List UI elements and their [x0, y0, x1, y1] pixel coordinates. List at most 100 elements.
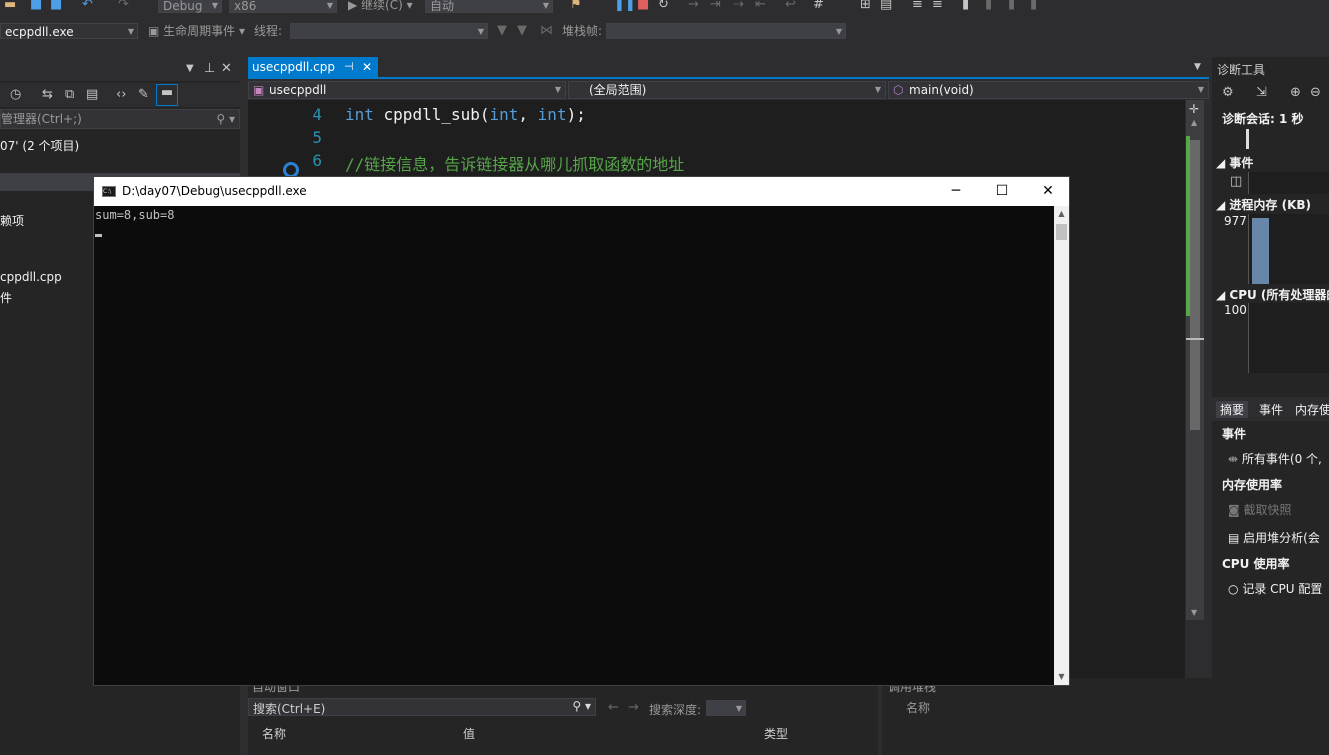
console-output-area[interactable]: sum=8,sub=8 — [94, 206, 1054, 685]
tab-usecppdll-cpp[interactable]: usecppdll.cpp ⊣ ✕ — [248, 57, 378, 77]
tab-events[interactable]: 事件 — [1259, 401, 1283, 418]
code-line-6[interactable]: //链接信息，告诉链接器从哪儿抓取函数的地址 — [345, 151, 684, 175]
maximize-button[interactable]: ☐ — [979, 177, 1025, 206]
auto-select[interactable]: 自动 ▼ — [425, 0, 553, 13]
tree-item-dependencies[interactable]: 赖项 — [0, 212, 24, 229]
timeline-cursor[interactable] — [1246, 129, 1249, 149]
undo-icon[interactable]: ↶ — [82, 0, 93, 13]
scroll-up-icon[interactable]: ▲ — [1054, 206, 1069, 222]
history-icon[interactable]: ◷ — [10, 87, 21, 103]
scroll-thumb[interactable] — [1190, 140, 1200, 430]
function-select[interactable]: ⬡ main(void) ▼ — [888, 81, 1209, 99]
hex-icon[interactable]: # — [813, 0, 824, 13]
cpu-section-header[interactable]: ◢ CPU (所有处理器的 — [1216, 286, 1329, 303]
stackframe-label: 堆栈帧: — [562, 24, 603, 38]
zoom-in-icon[interactable]: ⊕ — [1290, 85, 1301, 101]
back-icon[interactable]: ↩ — [785, 0, 796, 13]
filter-flag-icon[interactable]: ▼ — [517, 23, 527, 39]
events-section-header[interactable]: ◢ 事件 — [1216, 154, 1253, 171]
call-stack-column-name[interactable]: 名称 — [906, 699, 930, 716]
tree-item-cpp[interactable]: cppdll.cpp — [0, 270, 62, 284]
preview-icon[interactable]: ▬ — [156, 84, 178, 106]
zoom-out-icon[interactable]: ⊖ — [1310, 85, 1321, 101]
tree-item-files[interactable]: 件 — [0, 289, 12, 306]
indent-icon[interactable]: ≡ — [932, 0, 943, 13]
step-icon[interactable]: → — [688, 0, 699, 13]
pin-icon[interactable]: ⊣ — [344, 57, 354, 77]
editor-vertical-scrollbar[interactable]: ✛ ▲ ▼ — [1186, 100, 1204, 620]
autos-search-input[interactable]: 搜索(Ctrl+E) ⚲ ▾ — [248, 698, 596, 716]
console-app-icon: C:\ — [102, 186, 116, 197]
scroll-down-icon[interactable]: ▼ — [1054, 669, 1069, 685]
search-forward-icon[interactable]: → — [628, 700, 639, 716]
continue-button[interactable]: ▶ 继续(C) ▾ — [348, 0, 413, 13]
search-depth-select[interactable]: ▼ — [706, 700, 746, 716]
close-button[interactable]: ✕ — [1025, 177, 1071, 206]
export-icon[interactable]: ⇲ — [1256, 85, 1267, 101]
platform-select[interactable]: x86 ▼ — [229, 0, 337, 13]
step-out-icon[interactable]: ⇤ — [755, 0, 766, 13]
minimize-button[interactable]: ─ — [933, 177, 979, 206]
tab-memory[interactable]: 内存使 — [1295, 401, 1329, 418]
code-icon[interactable]: ‹› — [116, 87, 126, 103]
close-icon[interactable]: ✕ — [362, 57, 372, 77]
chevron-down-icon[interactable]: ▼ — [186, 61, 194, 77]
threads-icon[interactable]: ⊞ — [860, 0, 871, 13]
expand-threads-icon[interactable]: ⋈ — [540, 23, 553, 39]
save-icon[interactable]: ■ — [30, 0, 42, 13]
stackframe-select[interactable]: ▼ — [606, 23, 846, 39]
outdent-icon[interactable]: ≡ — [912, 0, 923, 13]
filter-icon[interactable]: ▼ — [497, 23, 507, 39]
next-bookmark-icon[interactable]: ▮ — [1008, 0, 1015, 13]
close-icon[interactable]: ✕ — [221, 61, 232, 77]
stop-icon[interactable]: ■ — [637, 0, 649, 13]
gear-icon[interactable]: ⚙ — [1222, 85, 1234, 101]
step-over-icon[interactable]: ⇢ — [733, 0, 744, 13]
wrench-icon[interactable]: ✎ — [138, 87, 149, 103]
console-scrollbar[interactable]: ▲ ▼ — [1054, 206, 1069, 685]
tab-summary[interactable]: 摘要 — [1216, 401, 1249, 418]
pin-icon[interactable]: ⊥ — [204, 61, 215, 77]
split-icon[interactable]: ✛ — [1189, 102, 1199, 116]
open-folder-icon[interactable]: ▬ — [4, 0, 16, 13]
column-header-type[interactable]: 类型 — [764, 725, 788, 742]
clear-bookmark-icon[interactable]: ▮ — [1030, 0, 1037, 13]
stack-icon[interactable]: ▤ — [880, 0, 892, 13]
column-header-value[interactable]: 值 — [463, 725, 475, 742]
prev-bookmark-icon[interactable]: ▮ — [985, 0, 992, 13]
scroll-down-icon[interactable]: ▼ — [1191, 608, 1197, 617]
process-select[interactable]: ecppdll.exe ▼ — [0, 23, 138, 39]
heap-analysis-button[interactable]: ▤ 启用堆分析(会 — [1228, 529, 1320, 546]
sync-icon[interactable]: ⇆ — [42, 87, 53, 103]
all-events-link[interactable]: ⇼ 所有事件(0 个, — [1228, 450, 1322, 467]
redo-icon[interactable]: ↷ — [118, 0, 129, 13]
chevron-down-icon[interactable]: ▼ — [1194, 59, 1201, 75]
scope-select[interactable]: (全局范围) ▼ — [568, 81, 886, 99]
save-all-icon[interactable]: ■ — [50, 0, 62, 13]
memory-section-header[interactable]: ◢ 进程内存 (KB) — [1216, 196, 1311, 213]
project-select[interactable]: ▣ usecppdll ▼ — [248, 81, 566, 99]
record-cpu-button[interactable]: ○ 记录 CPU 配置 — [1228, 580, 1322, 597]
lifecycle-events-button[interactable]: ▣ 生命周期事件 ▾ — [148, 23, 245, 39]
search-back-icon[interactable]: ← — [608, 700, 619, 716]
code-line-4[interactable]: int cppdll_sub(int, int); — [345, 105, 586, 124]
take-snapshot-button[interactable]: ◙ 截取快照 — [1228, 501, 1292, 518]
scroll-up-icon[interactable]: ▲ — [1191, 118, 1197, 127]
console-window[interactable]: C:\ D:\day07\Debug\usecppdll.exe ─ ☐ ✕ s… — [93, 176, 1070, 686]
collapse-icon[interactable]: ⧉ — [65, 87, 74, 103]
show-all-icon[interactable]: ▤ — [86, 87, 98, 103]
bookmark-icon[interactable]: ▮ — [962, 0, 969, 13]
pause-events-icon[interactable]: ◫ — [1230, 174, 1242, 190]
solution-node[interactable]: 07' (2 个项目) — [0, 137, 79, 154]
pause-icon[interactable]: ❚❚ — [614, 0, 636, 13]
step-into-icon[interactable]: ⇥ — [710, 0, 721, 13]
thread-select[interactable]: ▼ — [290, 23, 488, 39]
restart-icon[interactable]: ↻ — [658, 0, 669, 13]
solution-search-input[interactable]: 管理器(Ctrl+;) ⚲ ▾ — [0, 109, 240, 129]
heap-icon: ▤ — [1228, 531, 1240, 545]
column-header-name[interactable]: 名称 — [262, 725, 286, 742]
console-scroll-thumb[interactable] — [1056, 224, 1067, 240]
configuration-select[interactable]: Debug ▼ — [158, 0, 222, 13]
attach-icon[interactable]: ⚑ — [570, 0, 582, 13]
console-title-bar[interactable]: C:\ D:\day07\Debug\usecppdll.exe ─ ☐ ✕ — [94, 177, 1069, 206]
